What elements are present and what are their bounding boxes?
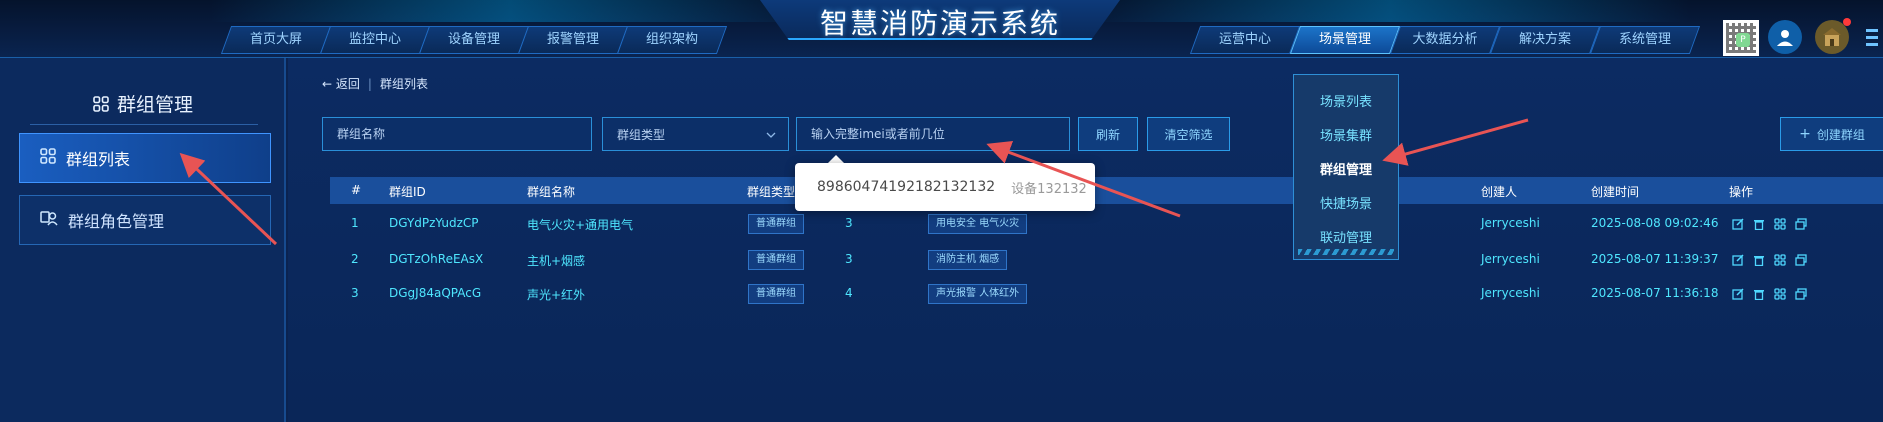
qr-code-icon[interactable]: P xyxy=(1723,20,1759,56)
popup-pointer xyxy=(828,155,844,163)
suggestion-imei: 89860474192182132132 xyxy=(817,179,996,195)
imei-search-field[interactable] xyxy=(811,127,1069,141)
row-created-time: 2025-08-07 11:39:37 xyxy=(1591,252,1719,266)
col-actions: 操作 xyxy=(1729,185,1754,199)
nav-tab-home-screen[interactable]: 首页大屏 xyxy=(220,26,332,54)
row-creator: Jerryceshi xyxy=(1481,252,1540,266)
row-creator: Jerryceshi xyxy=(1481,286,1540,300)
copy-icon[interactable] xyxy=(1794,253,1807,266)
nav-tab-organization[interactable]: 组织架构 xyxy=(616,26,728,54)
menu-item-linkage[interactable]: 联动管理 xyxy=(1294,227,1398,246)
menu-item-scene-list[interactable]: 场景列表 xyxy=(1294,91,1398,110)
group-type-tag: 普通群组 xyxy=(748,214,804,234)
breadcrumb: ← 返回 | 群组列表 xyxy=(322,75,428,92)
col-index: # xyxy=(351,183,362,197)
edit-icon[interactable] xyxy=(1731,287,1744,300)
nav-tab-devices[interactable]: 设备管理 xyxy=(418,26,530,54)
device-type-tag: 用电安全 电气火灾 xyxy=(928,214,1028,234)
suggestion-device: 设备132132 xyxy=(1011,181,1087,197)
group-name-field[interactable] xyxy=(337,127,591,141)
sidebar-item-group-roles[interactable]: 群组角色管理 xyxy=(19,195,271,245)
grid-icon[interactable] xyxy=(1773,253,1786,266)
row-group-id: DGYdPzYudzCP xyxy=(389,216,479,230)
row-device-count: 3 xyxy=(845,216,853,230)
imei-suggestion-popup[interactable]: 89860474192182132132 设备132132 xyxy=(795,163,1095,211)
device-type-tag: 消防主机 烟感 xyxy=(928,250,1008,270)
row-group-name: 声光+红外 xyxy=(527,288,586,302)
nav-tab-monitoring[interactable]: 监控中心 xyxy=(319,26,431,54)
row-index: 3 xyxy=(351,286,359,300)
header-decoration-right xyxy=(1090,0,1690,22)
delete-icon[interactable] xyxy=(1752,217,1765,230)
grid-icon[interactable] xyxy=(1773,217,1786,230)
row-created-time: 2025-08-08 09:02:46 xyxy=(1591,216,1719,230)
row-group-id: DGgJ84aQPAcG xyxy=(389,286,482,300)
menu-item-quick-scene[interactable]: 快捷场景 xyxy=(1294,193,1398,212)
row-creator: Jerryceshi xyxy=(1481,216,1540,230)
row-group-name: 主机+烟感 xyxy=(527,254,586,268)
col-creator: 创建人 xyxy=(1481,185,1518,199)
nav-tab-operations[interactable]: 运营中心 xyxy=(1189,26,1301,54)
col-group-type: 群组类型 xyxy=(747,185,796,199)
nav-tab-big-data[interactable]: 大数据分析 xyxy=(1389,26,1501,54)
nav-tab-alarms[interactable]: 报警管理 xyxy=(517,26,629,54)
sidebar-item-group-list[interactable]: 群组列表 xyxy=(19,133,271,183)
copy-icon[interactable] xyxy=(1794,287,1807,300)
device-type-tag: 声光报警 人体红外 xyxy=(928,284,1028,304)
group-type-select[interactable]: 群组类型 xyxy=(602,117,789,151)
more-icon[interactable] xyxy=(1862,20,1882,54)
row-actions xyxy=(1731,253,1807,266)
header-decoration-left xyxy=(210,0,810,22)
row-group-name: 电气火灾+通用电气 xyxy=(527,218,634,232)
menu-item-scene-cluster[interactable]: 场景集群 xyxy=(1294,125,1398,144)
edit-icon[interactable] xyxy=(1731,253,1744,266)
sidebar-divider xyxy=(30,124,258,125)
group-name-input[interactable] xyxy=(322,117,592,151)
breadcrumb-current: 群组列表 xyxy=(379,77,428,91)
row-actions xyxy=(1731,217,1807,230)
col-created-time: 创建时间 xyxy=(1591,185,1640,199)
row-created-time: 2025-08-07 11:36:18 xyxy=(1591,286,1719,300)
group-type-tag: 普通群组 xyxy=(748,250,804,270)
grid-icon[interactable] xyxy=(1773,287,1786,300)
edit-icon[interactable] xyxy=(1731,217,1744,230)
grid-icon xyxy=(93,95,109,117)
main-content xyxy=(288,58,1883,422)
row-actions xyxy=(1731,287,1807,300)
plus-icon: + xyxy=(1799,126,1811,142)
col-group-name: 群组名称 xyxy=(527,185,576,199)
row-index: 2 xyxy=(351,252,359,266)
account-avatar-icon[interactable] xyxy=(1815,18,1851,54)
row-device-count: 3 xyxy=(845,252,853,266)
row-device-count: 4 xyxy=(845,286,853,300)
scene-management-menu: 场景列表 场景集群 群组管理 快捷场景 联动管理 xyxy=(1293,74,1399,260)
nav-tab-scene-management[interactable]: 场景管理 xyxy=(1289,26,1401,54)
create-group-button[interactable]: + 创建群组 xyxy=(1780,117,1883,151)
grid-icon xyxy=(40,148,56,168)
delete-icon[interactable] xyxy=(1752,253,1765,266)
top-header: 智慧消防演示系统 首页大屏 监控中心 设备管理 报警管理 组织架构 运营中心 场… xyxy=(0,0,1883,58)
nav-tab-solutions[interactable]: 解决方案 xyxy=(1489,26,1601,54)
delete-icon[interactable] xyxy=(1752,287,1765,300)
refresh-button[interactable]: 刷新 xyxy=(1078,117,1138,151)
col-group-id: 群组ID xyxy=(389,185,426,199)
group-type-tag: 普通群组 xyxy=(748,284,804,304)
chevron-down-icon xyxy=(766,127,776,141)
app-title: 智慧消防演示系统 xyxy=(819,7,1060,40)
clear-filters-button[interactable]: 清空筛选 xyxy=(1147,117,1230,151)
row-group-id: DGTzOhReEAsX xyxy=(389,252,484,266)
user-group-icon xyxy=(40,210,58,230)
nav-tab-system[interactable]: 系统管理 xyxy=(1589,26,1701,54)
user-avatar-icon[interactable] xyxy=(1768,20,1802,54)
imei-search-input[interactable] xyxy=(796,117,1070,151)
breadcrumb-separator: | xyxy=(367,76,372,91)
sidebar-title: 群组管理 xyxy=(0,90,286,117)
menu-decoration xyxy=(1298,249,1394,255)
menu-item-group-management[interactable]: 群组管理 xyxy=(1294,159,1398,178)
row-index: 1 xyxy=(351,216,359,230)
back-link[interactable]: ← 返回 xyxy=(322,75,360,92)
sidebar: 群组管理 群组列表 群组角色管理 xyxy=(0,58,286,422)
copy-icon[interactable] xyxy=(1794,217,1807,230)
